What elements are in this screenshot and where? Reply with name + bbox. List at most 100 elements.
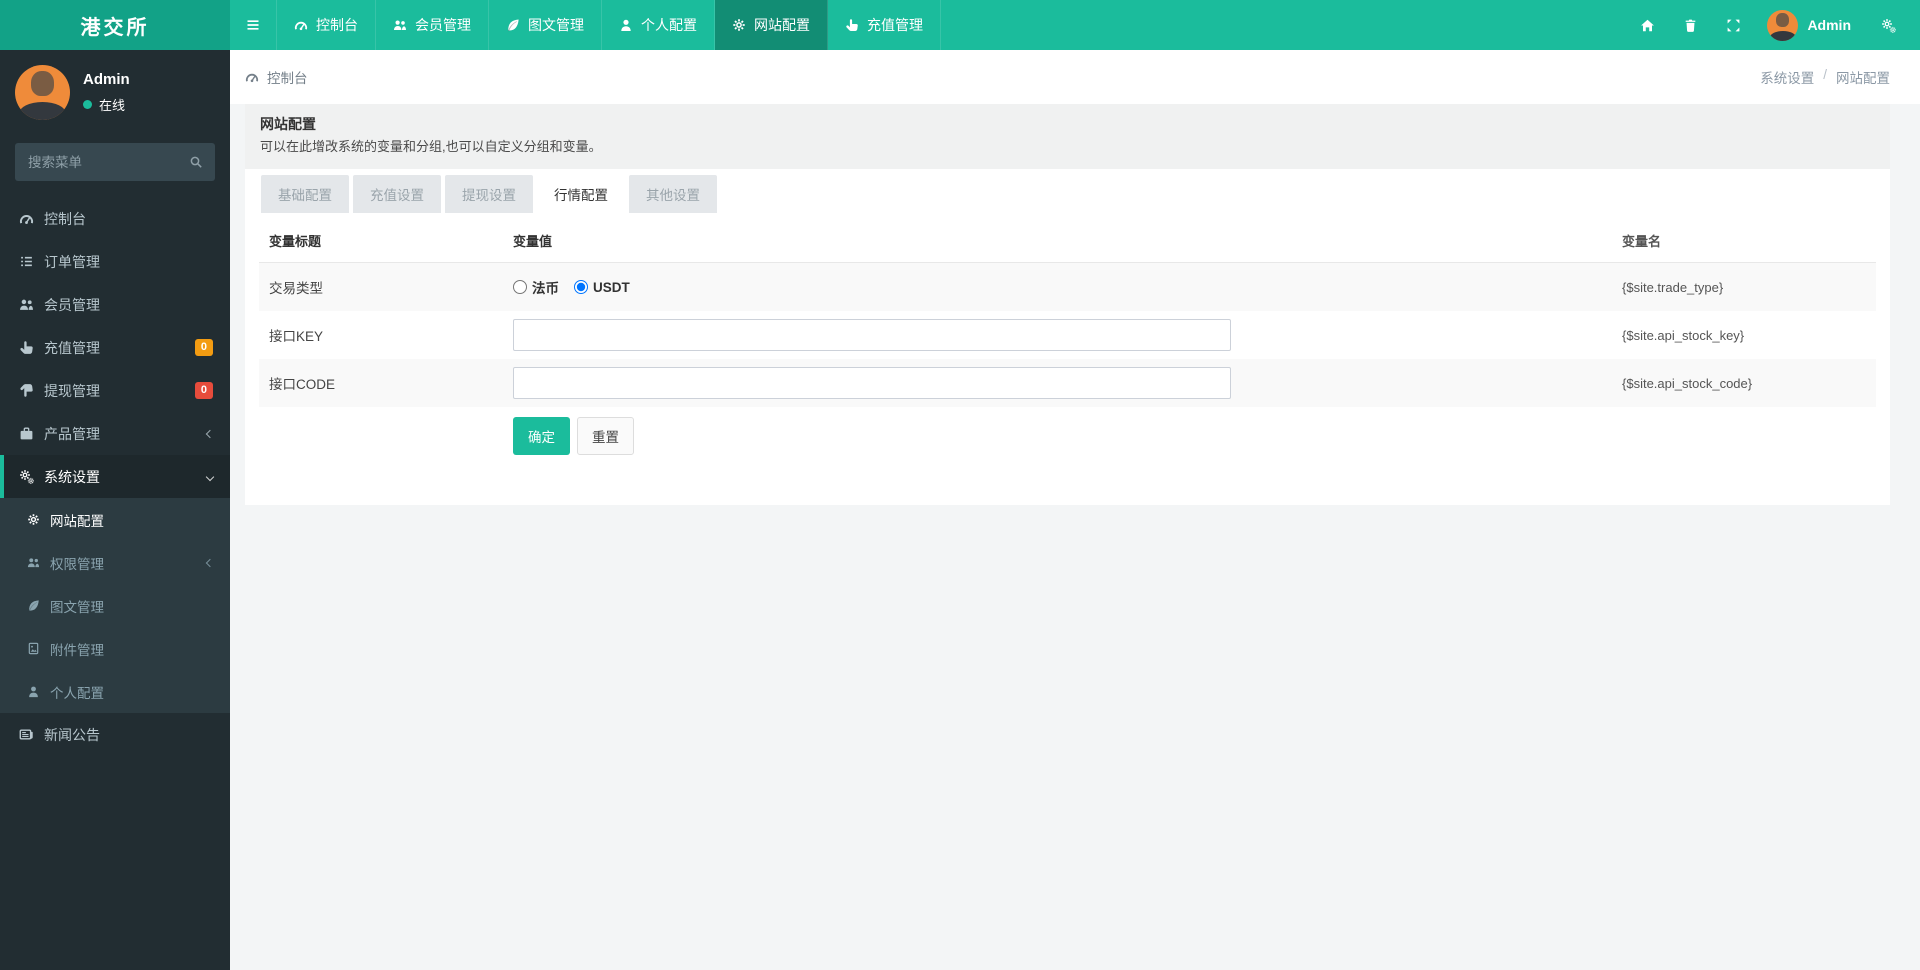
brand-logo[interactable]: 港交所	[0, 0, 230, 50]
radio-label: USDT	[593, 279, 630, 295]
tab-market[interactable]: 行情配置	[537, 175, 625, 213]
sidebar-item-label: 网站配置	[50, 513, 104, 529]
navbar-settings-button[interactable]	[1867, 0, 1910, 50]
nav-item-label: 会员管理	[415, 17, 471, 33]
navbar-avatar[interactable]	[1767, 9, 1799, 41]
nav-item-dashboard[interactable]: 控制台	[277, 0, 376, 50]
header-var-title: 变量标题	[269, 234, 322, 249]
table-row: 接口KEY {$site.api_stock_key}	[259, 311, 1876, 359]
user-icon	[621, 19, 631, 31]
sidebar-item-permissions[interactable]: 权限管理	[0, 541, 230, 584]
nav-item-label: 图文管理	[528, 17, 584, 33]
var-name: {$site.api_stock_code}	[1622, 375, 1753, 391]
var-value-cell	[513, 319, 1622, 351]
table-row: 接口CODE {$site.api_stock_code}	[259, 359, 1876, 407]
nav-item-members[interactable]: 会员管理	[376, 0, 489, 50]
nav-item-recharge[interactable]: 充值管理	[828, 0, 941, 50]
nav-item-label: 充值管理	[867, 17, 923, 33]
badge-count: 0	[194, 381, 213, 400]
bars-icon	[246, 20, 260, 30]
users-icon	[394, 20, 406, 30]
nav-item-profile[interactable]: 个人配置	[602, 0, 715, 50]
sidebar: Admin 在线 控制台订单管理会员管理充值管理 0 提现管理 0 产品管理系统设置网站…	[0, 50, 230, 970]
reset-button[interactable]: 重置	[577, 417, 634, 455]
sidebar-item-label: 系统设置	[44, 468, 100, 485]
sidebar-item-label: 附件管理	[50, 642, 104, 658]
var-name: {$site.api_stock_key}	[1622, 327, 1745, 343]
navbar-username[interactable]: Admin	[1807, 17, 1851, 33]
panel-header: 网站配置 可以在此增改系统的变量和分组,也可以自定义分组和变量。	[245, 104, 1890, 169]
breadcrumb-right: 系统设置 / 网站配置	[1760, 67, 1890, 87]
header-var-value: 变量值	[513, 234, 553, 249]
api-code-input[interactable]	[513, 367, 1231, 399]
tab-recharge[interactable]: 充值设置	[353, 175, 441, 213]
leaf-icon	[28, 600, 39, 612]
sidebar-item-label: 权限管理	[50, 556, 104, 572]
fullscreen-button[interactable]	[1712, 0, 1755, 50]
sidebar-item-recharge[interactable]: 充值管理 0	[0, 326, 230, 369]
nav-item-content[interactable]: 图文管理	[489, 0, 602, 50]
clear-cache-button[interactable]	[1669, 0, 1712, 50]
online-status: 在线	[83, 95, 130, 114]
breadcrumb-left: 控制台	[245, 67, 308, 87]
sidebar-avatar	[15, 65, 70, 120]
sidebar-item-members[interactable]: 会员管理	[0, 283, 230, 326]
sidebar-menu: 控制台订单管理 会员管理 充值管理 0 提现管理 0 产品管理系统设置网站配置权限管理图文管…	[0, 197, 230, 756]
radio-option-fiat[interactable]: 法币	[513, 277, 559, 297]
users-icon	[20, 299, 33, 310]
navbar-items: 控制台 会员管理 图文管理 个人配置 网站配置 充值管理	[277, 0, 941, 50]
sidebar-user-panel: Admin 在线	[0, 50, 230, 135]
nav-item-site-config[interactable]: 网站配置	[715, 0, 828, 50]
tab-withdraw[interactable]: 提现设置	[445, 175, 533, 213]
sidebar-search	[15, 143, 215, 181]
config-panel: 网站配置 可以在此增改系统的变量和分组,也可以自定义分组和变量。 基础配置 充值设…	[245, 104, 1890, 505]
online-status-label: 在线	[99, 98, 126, 113]
chevron-left-icon	[205, 429, 215, 438]
radio-option-usdt[interactable]: USDT	[574, 280, 630, 295]
config-table: 变量标题 变量值 变量名 交易类型 法币 USDT {$site.trade_type…	[259, 219, 1876, 407]
badge-count: 0	[194, 338, 213, 357]
list-icon	[20, 256, 33, 267]
var-title: 交易类型	[269, 281, 323, 296]
sidebar-item-news[interactable]: 新闻公告	[0, 713, 230, 756]
cogs-icon	[1881, 18, 1896, 33]
sidebar-submenu: 网站配置权限管理图文管理附件管理个人配置	[0, 498, 230, 713]
search-icon[interactable]	[189, 155, 203, 169]
radio-usdt[interactable]	[574, 280, 588, 294]
table-body: 交易类型 法币 USDT {$site.trade_type} 接口KEY {$site.…	[259, 263, 1876, 407]
nav-item-label: 网站配置	[754, 17, 810, 33]
submit-button[interactable]: 确定	[513, 417, 570, 455]
sidebar-item-label: 控制台	[44, 210, 86, 227]
sidebar-username: Admin	[83, 71, 130, 88]
tab-basic[interactable]: 基础配置	[261, 175, 349, 213]
api-key-input[interactable]	[513, 319, 1231, 351]
sidebar-item-products[interactable]: 产品管理	[0, 412, 230, 455]
nav-item-label: 个人配置	[641, 17, 697, 33]
sidebar-item-withdraw[interactable]: 提现管理 0	[0, 369, 230, 412]
tab-bar: 基础配置 充值设置 提现设置 行情配置 其他设置	[245, 169, 1890, 213]
sidebar-toggle-button[interactable]	[230, 0, 277, 50]
leaf-icon	[508, 19, 519, 32]
panel-title: 网站配置	[260, 116, 316, 132]
nav-item-label: 控制台	[316, 17, 358, 33]
sidebar-item-orders[interactable]: 订单管理	[0, 240, 230, 283]
breadcrumb-link-system-settings[interactable]: 系统设置	[1760, 67, 1814, 87]
sidebar-item-attachments[interactable]: 附件管理	[0, 627, 230, 670]
tab-other[interactable]: 其他设置	[629, 175, 717, 213]
radio-label: 法币	[532, 281, 559, 296]
cogs-icon	[19, 469, 34, 484]
sidebar-item-dashboard[interactable]: 控制台	[0, 197, 230, 240]
breadcrumb-console-label: 控制台	[267, 71, 308, 86]
sidebar-item-profile[interactable]: 个人配置	[0, 670, 230, 713]
sidebar-search-input[interactable]	[15, 143, 215, 181]
sidebar-item-label: 新闻公告	[44, 726, 100, 743]
chevron-down-icon	[205, 472, 215, 481]
home-button[interactable]	[1626, 0, 1669, 50]
sidebar-item-content[interactable]: 图文管理	[0, 584, 230, 627]
suitcase-icon	[19, 427, 34, 441]
sidebar-item-site-config[interactable]: 网站配置	[0, 498, 230, 541]
sidebar-item-system-settings[interactable]: 系统设置	[0, 455, 230, 498]
chevron-left-icon	[205, 558, 215, 567]
radio-fiat[interactable]	[513, 280, 527, 294]
online-status-dot	[83, 100, 92, 109]
